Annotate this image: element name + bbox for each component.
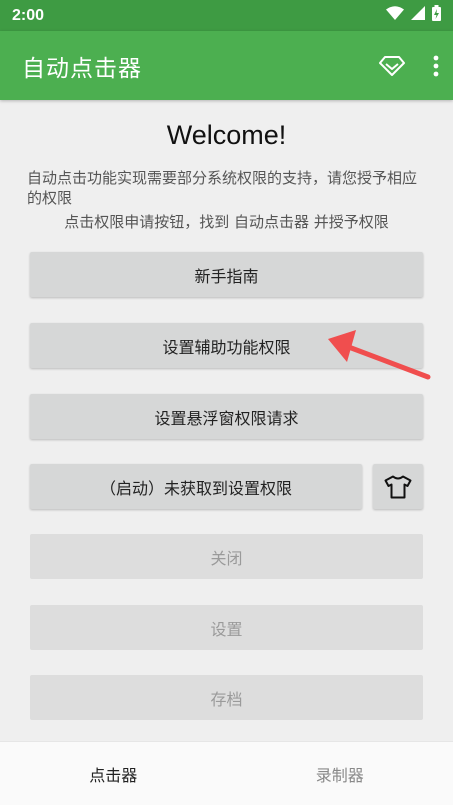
- status-bar: 2:00: [0, 0, 453, 31]
- signal-icon: [411, 6, 425, 25]
- bottom-navigation: 点击器 录制器: [0, 741, 453, 805]
- battery-charging-icon: [432, 5, 441, 26]
- welcome-heading: Welcome!: [166, 120, 287, 150]
- start-button[interactable]: （启动）未获取到设置权限: [30, 464, 362, 509]
- status-icons: [386, 5, 441, 26]
- nav-tab-clicker[interactable]: 点击器: [0, 742, 227, 805]
- status-time: 2:00: [12, 6, 45, 24]
- permission-instruction: 点击权限申请按钮，找到 自动点击器 并授予权限: [64, 213, 389, 231]
- premium-diamond-button[interactable]: [379, 55, 405, 77]
- guide-button[interactable]: 新手指南: [30, 252, 423, 297]
- wifi-icon: [386, 6, 404, 25]
- app-title: 自动点击器: [22, 55, 142, 82]
- pointer-arrow-icon: [328, 330, 431, 380]
- nav-tab-recorder[interactable]: 录制器: [227, 742, 453, 805]
- close-button[interactable]: 关闭: [30, 534, 423, 579]
- more-vert-icon: [433, 55, 439, 76]
- overlay-permission-button[interactable]: 设置悬浮窗权限请求: [30, 394, 423, 439]
- permission-description: 自动点击功能实现需要部分系统权限的支持，请您授予相应的权限: [27, 169, 418, 207]
- theme-button[interactable]: [373, 464, 423, 509]
- app-bar: 自动点击器: [0, 31, 453, 100]
- tshirt-icon: [384, 475, 412, 498]
- overflow-menu-button[interactable]: [433, 55, 439, 77]
- settings-button[interactable]: 设置: [30, 605, 423, 650]
- diamond-icon: [379, 55, 405, 76]
- archive-button[interactable]: 存档: [30, 675, 423, 720]
